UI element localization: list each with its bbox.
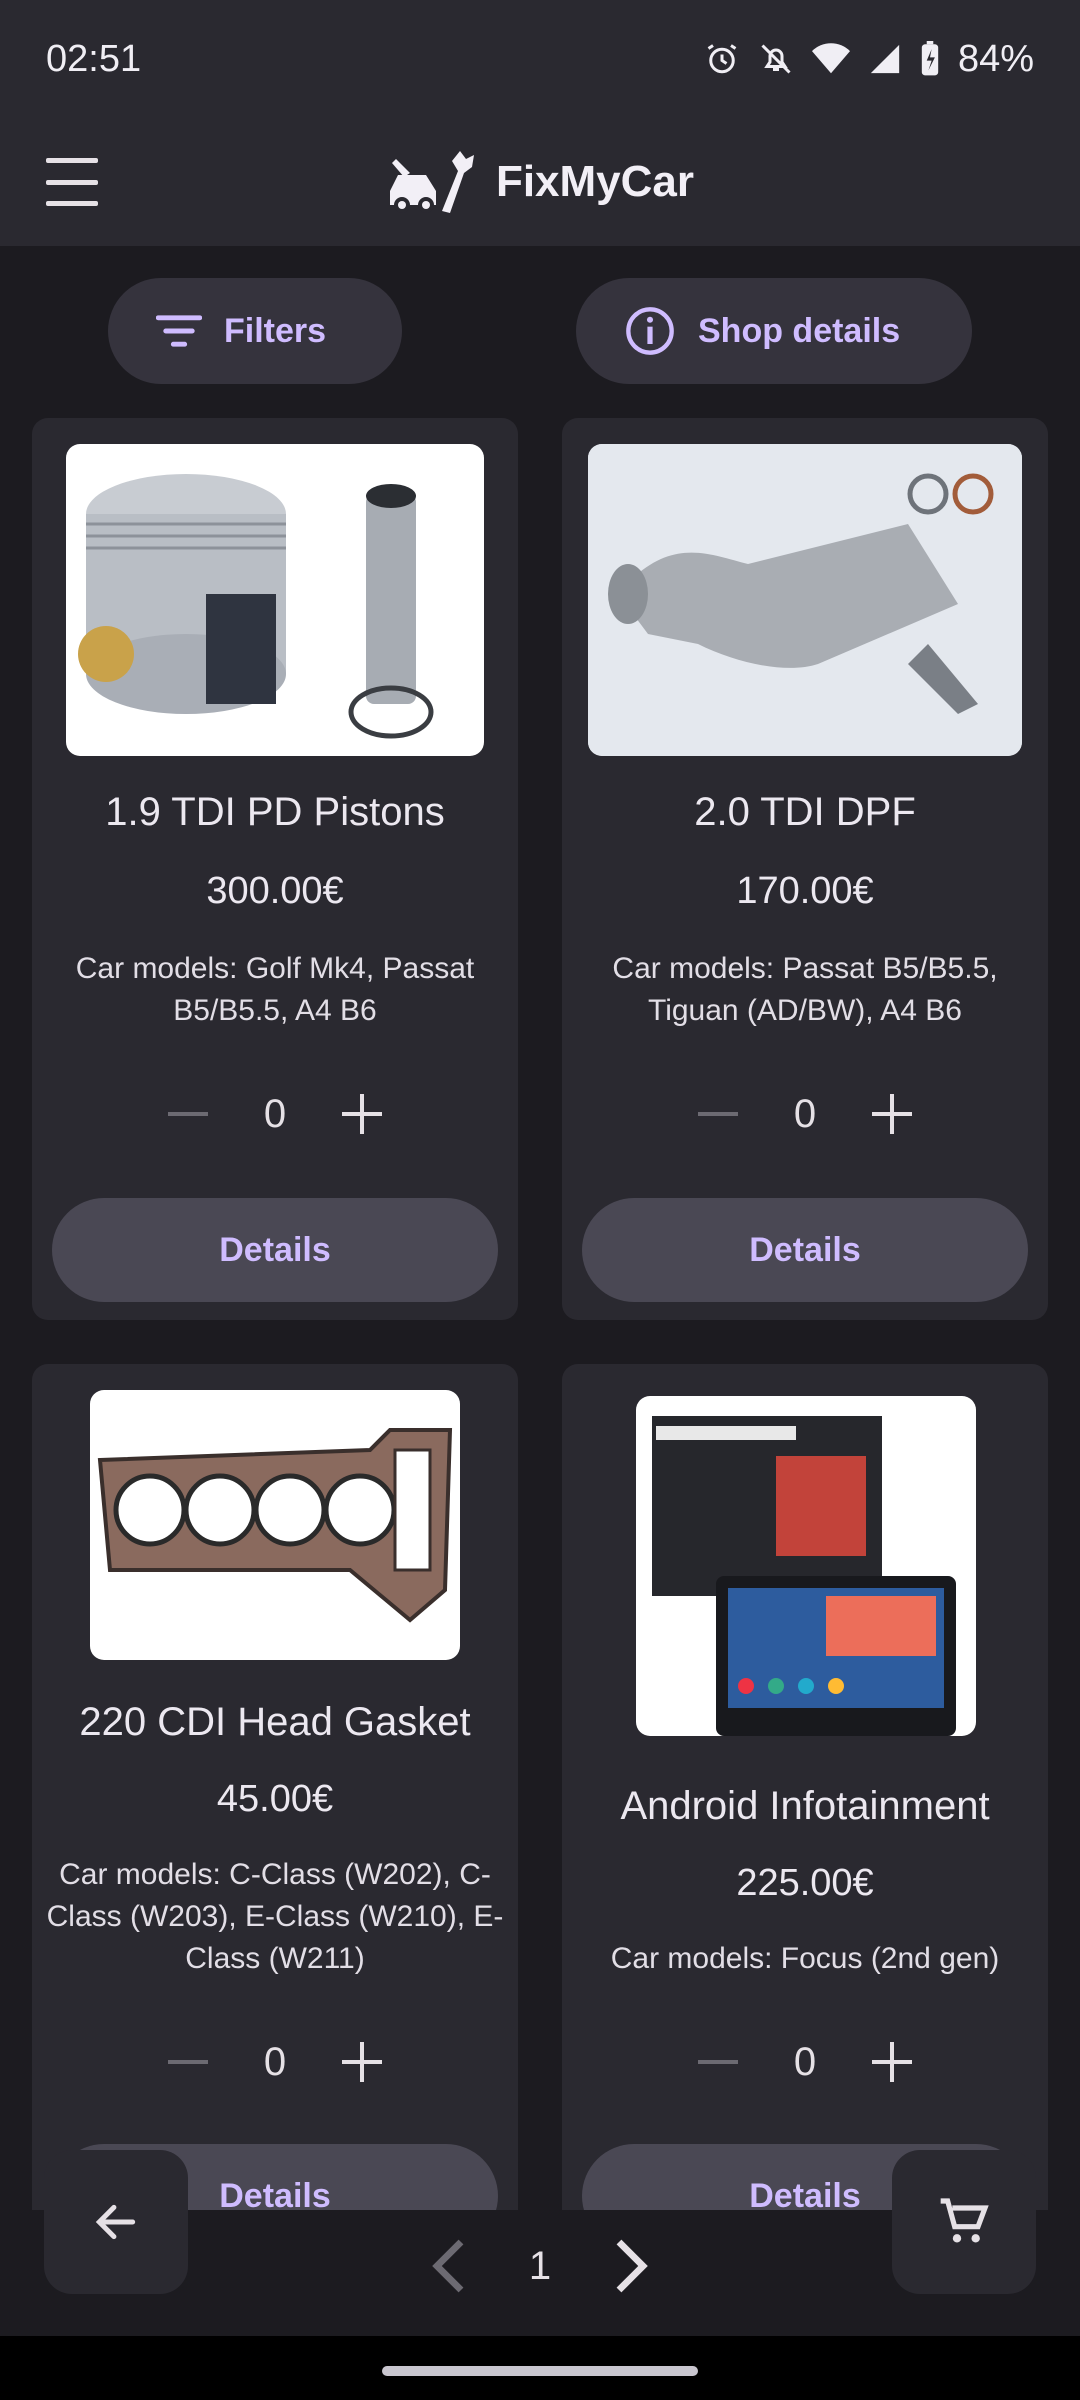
product-image-head-gasket[interactable] (90, 1390, 460, 1660)
cart-button[interactable] (892, 2150, 1036, 2294)
increase-quantity-button[interactable] (342, 1094, 383, 1134)
product-name: 220 CDI Head Gasket (79, 1700, 471, 1744)
notifications-off-icon (761, 44, 791, 74)
signal-icon (870, 44, 900, 74)
next-page-button[interactable] (611, 2238, 651, 2294)
battery-icon (921, 41, 939, 76)
product-image-pistons[interactable] (66, 444, 484, 756)
quantity-stepper: 0 (32, 2032, 518, 2092)
product-card: 1.9 TDI PD Pistons 300.00€ Car models: G… (32, 418, 518, 1320)
app-title: FixMyCar (495, 157, 695, 206)
product-car-models: Car models: Golf Mk4, Passat B5/B5.5, A4… (75, 952, 475, 1027)
menu-icon (46, 158, 98, 163)
gesture-navigation-bar (0, 2336, 1080, 2400)
status-bar: 02:51 84% (0, 0, 1080, 118)
cart-icon (940, 2198, 989, 2243)
alarm-icon (707, 44, 737, 74)
product-price: 170.00€ (736, 870, 874, 912)
quantity-value: 0 (793, 2039, 817, 2084)
quantity-value: 0 (263, 1091, 287, 1136)
piston-image (78, 474, 434, 739)
decrease-quantity-button[interactable] (167, 1112, 208, 1116)
product-image-dpf[interactable] (588, 444, 1022, 756)
quantity-stepper: 0 (562, 1084, 1048, 1144)
wifi-icon (811, 43, 850, 74)
product-car-models: Car models: C-Class (W202), C-Class (W20… (46, 1858, 504, 1975)
info-icon (626, 307, 674, 355)
quantity-value: 0 (263, 2039, 287, 2084)
decrease-quantity-button[interactable] (167, 2060, 208, 2064)
infotainment-image (652, 1416, 956, 1736)
status-icons: 84% (704, 38, 1034, 81)
decrease-quantity-button[interactable] (697, 1112, 738, 1116)
previous-page-button[interactable] (429, 2238, 469, 2294)
product-card: 220 CDI Head Gasket 45.00€ Car models: C… (32, 1364, 518, 2264)
quantity-value: 0 (793, 1091, 817, 1136)
increase-quantity-button[interactable] (872, 2042, 913, 2082)
page-number: 1 (528, 2243, 552, 2288)
battery-percentage: 84% (957, 37, 1034, 80)
product-price: 300.00€ (206, 870, 344, 912)
home-gesture-handle[interactable] (382, 2366, 698, 2376)
app-brand: FixMyCar (386, 147, 694, 217)
product-car-models: Car models: Passat B5/B5.5, Tiguan (AD/B… (612, 952, 998, 1027)
shop-details-label: Shop details (698, 311, 901, 350)
increase-quantity-button[interactable] (342, 2042, 383, 2082)
product-price: 45.00€ (216, 1778, 334, 1820)
quantity-stepper: 0 (562, 2032, 1048, 2092)
decrease-quantity-button[interactable] (697, 2060, 738, 2064)
head-gasket-image (97, 1428, 453, 1623)
details-button[interactable]: Details (582, 1198, 1028, 1302)
menu-button[interactable] (46, 158, 98, 206)
app-bar: FixMyCar (0, 118, 1080, 246)
product-name: 1.9 TDI PD Pistons (105, 790, 445, 834)
increase-quantity-button[interactable] (872, 1094, 913, 1134)
product-price: 225.00€ (736, 1862, 874, 1904)
product-card: 2.0 TDI DPF 170.00€ Car models: Passat B… (562, 418, 1048, 1320)
status-time: 02:51 (46, 37, 142, 80)
dpf-image (588, 444, 1022, 756)
product-name: Android Infotainment (620, 1784, 990, 1828)
car-wrench-logo-icon (389, 151, 474, 213)
filters-button[interactable]: Filters (108, 278, 402, 384)
product-name: 2.0 TDI DPF (694, 790, 916, 834)
shop-details-button[interactable]: Shop details (576, 278, 972, 384)
quantity-stepper: 0 (32, 1084, 518, 1144)
details-button[interactable]: Details (52, 1198, 498, 1302)
product-card: Android Infotainment 225.00€ Car models:… (562, 1364, 1048, 2264)
product-car-models: Car models: Focus (2nd gen) (610, 1942, 1000, 1975)
product-image-infotainment[interactable] (636, 1396, 976, 1736)
filters-label: Filters (224, 311, 327, 350)
filter-icon (156, 315, 202, 347)
